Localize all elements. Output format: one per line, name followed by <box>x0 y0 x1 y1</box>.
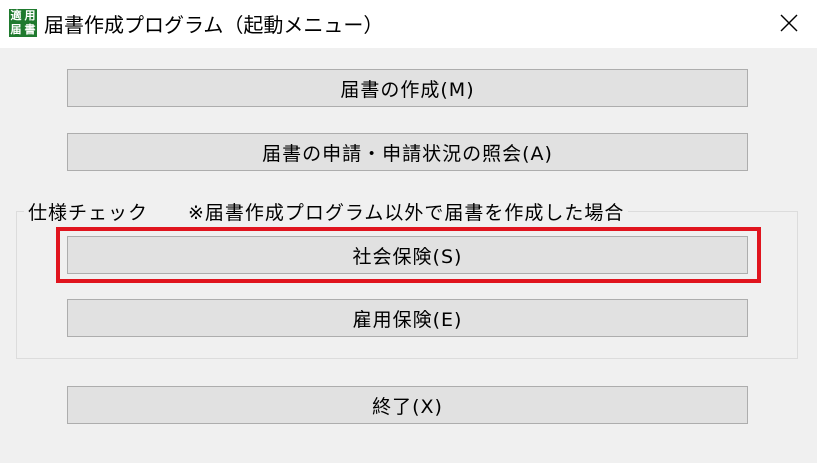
window-title: 届書作成プログラム（起動メニュー） <box>44 13 384 37</box>
title-bar: 適 用 届 書 届書作成プログラム（起動メニュー） <box>0 0 817 48</box>
close-icon <box>780 14 798 32</box>
app-window: 適 用 届 書 届書作成プログラム（起動メニュー） 届書の作成(M) 届書の申請… <box>0 0 817 463</box>
spec-check-title: 仕様チェック <box>28 202 149 224</box>
create-form-button[interactable]: 届書の作成(M) <box>67 69 748 107</box>
app-icon-char-4: 書 <box>24 23 36 36</box>
highlight-box <box>56 227 761 283</box>
app-icon: 適 用 届 書 <box>9 9 37 37</box>
employment-insurance-button[interactable]: 雇用保険(E) <box>67 299 748 337</box>
spec-check-group-label: 仕様チェック ※届書作成プログラム以外で届書を作成した場合 <box>24 198 629 225</box>
apply-inquiry-button[interactable]: 届書の申請・申請状況の照会(A) <box>67 133 748 171</box>
app-icon-char-2: 用 <box>24 9 36 22</box>
close-button[interactable] <box>774 8 804 38</box>
spec-check-note: ※届書作成プログラム以外で届書を作成した場合 <box>188 202 625 224</box>
app-icon-char-1: 適 <box>10 9 22 22</box>
exit-button[interactable]: 終了(X) <box>67 386 748 424</box>
app-icon-char-3: 届 <box>10 23 22 36</box>
